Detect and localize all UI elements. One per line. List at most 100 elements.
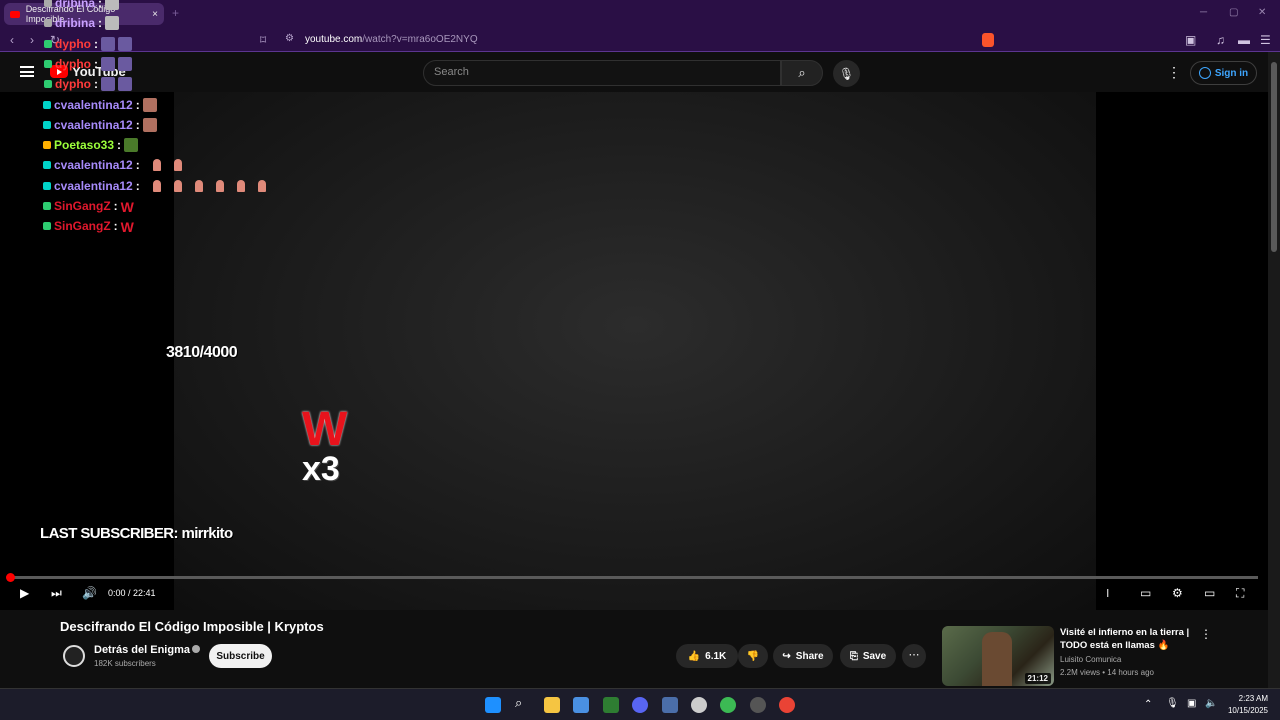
sidebar-icon[interactable]: ▣: [1185, 33, 1196, 47]
chat-separator: :: [117, 138, 122, 153]
video-frame[interactable]: [174, 92, 1096, 610]
chat-username: SinGangZ: [54, 219, 111, 234]
url-host: youtube.com: [305, 34, 363, 45]
chat-message: cvaalentina12:: [43, 117, 157, 132]
chat-badge-icon: [44, 0, 52, 7]
chat-emote-icon: W: [120, 219, 134, 236]
chat-message: SinGangZ: W: [43, 219, 135, 236]
menu-icon[interactable]: ☰: [1260, 33, 1271, 47]
search-taskbar-icon[interactable]: ⌕: [515, 695, 531, 711]
terminal-icon[interactable]: [603, 697, 619, 713]
brave-shield-icon[interactable]: [982, 33, 994, 47]
chat-message: Poetaso33:: [43, 138, 139, 153]
chat-emote-icon: W: [120, 199, 134, 215]
play-icon[interactable]: ▶: [20, 586, 29, 600]
file-explorer-icon[interactable]: [544, 697, 560, 713]
chat-badge-icon: [43, 120, 51, 129]
taskbar-time[interactable]: 2:23 AM: [1226, 694, 1268, 703]
progress-bar[interactable]: [6, 573, 1258, 582]
channel-name[interactable]: Detrás del Enigma: [94, 644, 200, 656]
channel-name-text: Detrás del Enigma: [94, 644, 190, 656]
tray-overflow-icon[interactable]: ⌃: [1144, 699, 1152, 710]
chat-emote-icon: [194, 179, 203, 192]
settings-gear-icon[interactable]: ⚙: [1172, 586, 1183, 600]
like-button[interactable]: 👍 6.1K: [676, 644, 738, 668]
dislike-button[interactable]: 👎: [738, 644, 768, 668]
sign-in-button[interactable]: Sign in: [1190, 61, 1257, 85]
scrubber-handle[interactable]: [6, 573, 15, 582]
bookmark-icon[interactable]: ⌑: [260, 33, 266, 47]
theater-mode-icon[interactable]: ▭: [1204, 586, 1215, 600]
captions-icon[interactable]: ▭: [1140, 586, 1151, 600]
media-icon[interactable]: ♫: [1216, 33, 1225, 47]
address-bar[interactable]: youtube.com/watch?v=mra6oOE2NYQ: [305, 34, 478, 45]
verified-icon: [191, 645, 200, 653]
fullscreen-icon[interactable]: ⛶: [1236, 586, 1244, 601]
window-close-icon[interactable]: ✕: [1258, 7, 1266, 18]
page-scrollbar[interactable]: [1268, 52, 1280, 688]
subscribe-button[interactable]: Subscribe: [209, 644, 272, 668]
new-tab-button[interactable]: +: [172, 6, 179, 20]
chat-message: cvaalentina12:: [43, 97, 157, 112]
chat-separator: :: [98, 0, 103, 10]
recommendation-title[interactable]: Visité el infierno en la tierra | TODO e…: [1060, 626, 1190, 652]
settings-kebab-icon[interactable]: ⋮: [1167, 64, 1181, 81]
vscode-icon[interactable]: [662, 697, 678, 713]
recommendation-meta: 2.2M views • 14 hours ago: [1060, 668, 1154, 677]
obs-icon[interactable]: [750, 697, 766, 713]
channel-avatar[interactable]: [63, 645, 85, 667]
chat-emote-icon: [105, 0, 120, 10]
chat-separator: :: [135, 97, 140, 112]
search-button[interactable]: ⌕: [781, 60, 823, 86]
recommendation-thumbnail[interactable]: 21:12: [942, 626, 1054, 686]
hamburger-menu-icon[interactable]: [20, 66, 34, 77]
store-icon[interactable]: [573, 697, 589, 713]
chat-separator: :: [94, 77, 98, 92]
recommendation-menu-icon[interactable]: ⋮: [1200, 627, 1212, 641]
chat-emote-icon: [152, 179, 161, 192]
chat-message: dypho:: [44, 36, 132, 51]
video-player[interactable]: 3810/4000 W x3 LAST SUBSCRIBER: mirrkito…: [0, 92, 1268, 610]
site-info-icon[interactable]: ⚙: [285, 33, 294, 44]
tab-close-icon[interactable]: ×: [152, 9, 158, 20]
more-actions-button[interactable]: ⋯: [902, 644, 926, 668]
steam-icon[interactable]: [691, 697, 707, 713]
next-icon[interactable]: ⏭: [51, 586, 62, 601]
chat-emote-icon: [118, 77, 132, 92]
volume-icon[interactable]: 🔊: [82, 586, 97, 600]
taskbar-date[interactable]: 10/15/2025: [1222, 706, 1268, 715]
chat-separator: :: [135, 117, 140, 132]
maximize-icon[interactable]: ▢: [1229, 7, 1238, 18]
chat-username: dypho: [55, 56, 91, 71]
chat-emote-icon: [124, 138, 139, 153]
autoplay-toggle[interactable]: ⏽: [1103, 586, 1113, 601]
minimize-icon[interactable]: ─: [1200, 7, 1207, 18]
chat-badge-icon: [43, 100, 51, 109]
scrollbar-thumb[interactable]: [1271, 62, 1277, 252]
chat-emote-icon: [118, 56, 132, 71]
forward-icon[interactable]: ›: [30, 33, 34, 47]
share-icon: ↪: [782, 650, 791, 662]
share-button[interactable]: ↪ Share: [773, 644, 833, 668]
xbox-icon[interactable]: [720, 697, 736, 713]
chat-username: cvaalentina12: [54, 97, 133, 112]
tray-volume-icon[interactable]: 🔈: [1205, 698, 1217, 709]
vpn-icon[interactable]: ▬: [1238, 33, 1250, 47]
search-input[interactable]: Search: [423, 60, 781, 86]
chat-badge-icon: [44, 19, 52, 28]
discord-icon[interactable]: [632, 697, 648, 713]
youtube-favicon-icon: [10, 10, 20, 18]
chat-emote-icon: [101, 36, 115, 51]
tray-mic-icon[interactable]: 🎙: [1166, 698, 1179, 709]
chat-separator: :: [135, 158, 140, 173]
chrome-icon[interactable]: [779, 697, 795, 713]
video-duration: 21:12: [1024, 673, 1051, 684]
tray-monitor-icon[interactable]: ▣: [1187, 698, 1196, 709]
voice-search-button[interactable]: 🎙: [833, 60, 860, 87]
save-button[interactable]: ⎘ Save: [840, 644, 896, 668]
start-icon[interactable]: [485, 697, 501, 713]
chat-message: dypho:: [44, 77, 132, 92]
chat-emote-icon: [142, 97, 157, 112]
back-icon[interactable]: ‹: [10, 33, 14, 47]
recommendation-channel[interactable]: Luisito Comunica: [1060, 655, 1121, 664]
